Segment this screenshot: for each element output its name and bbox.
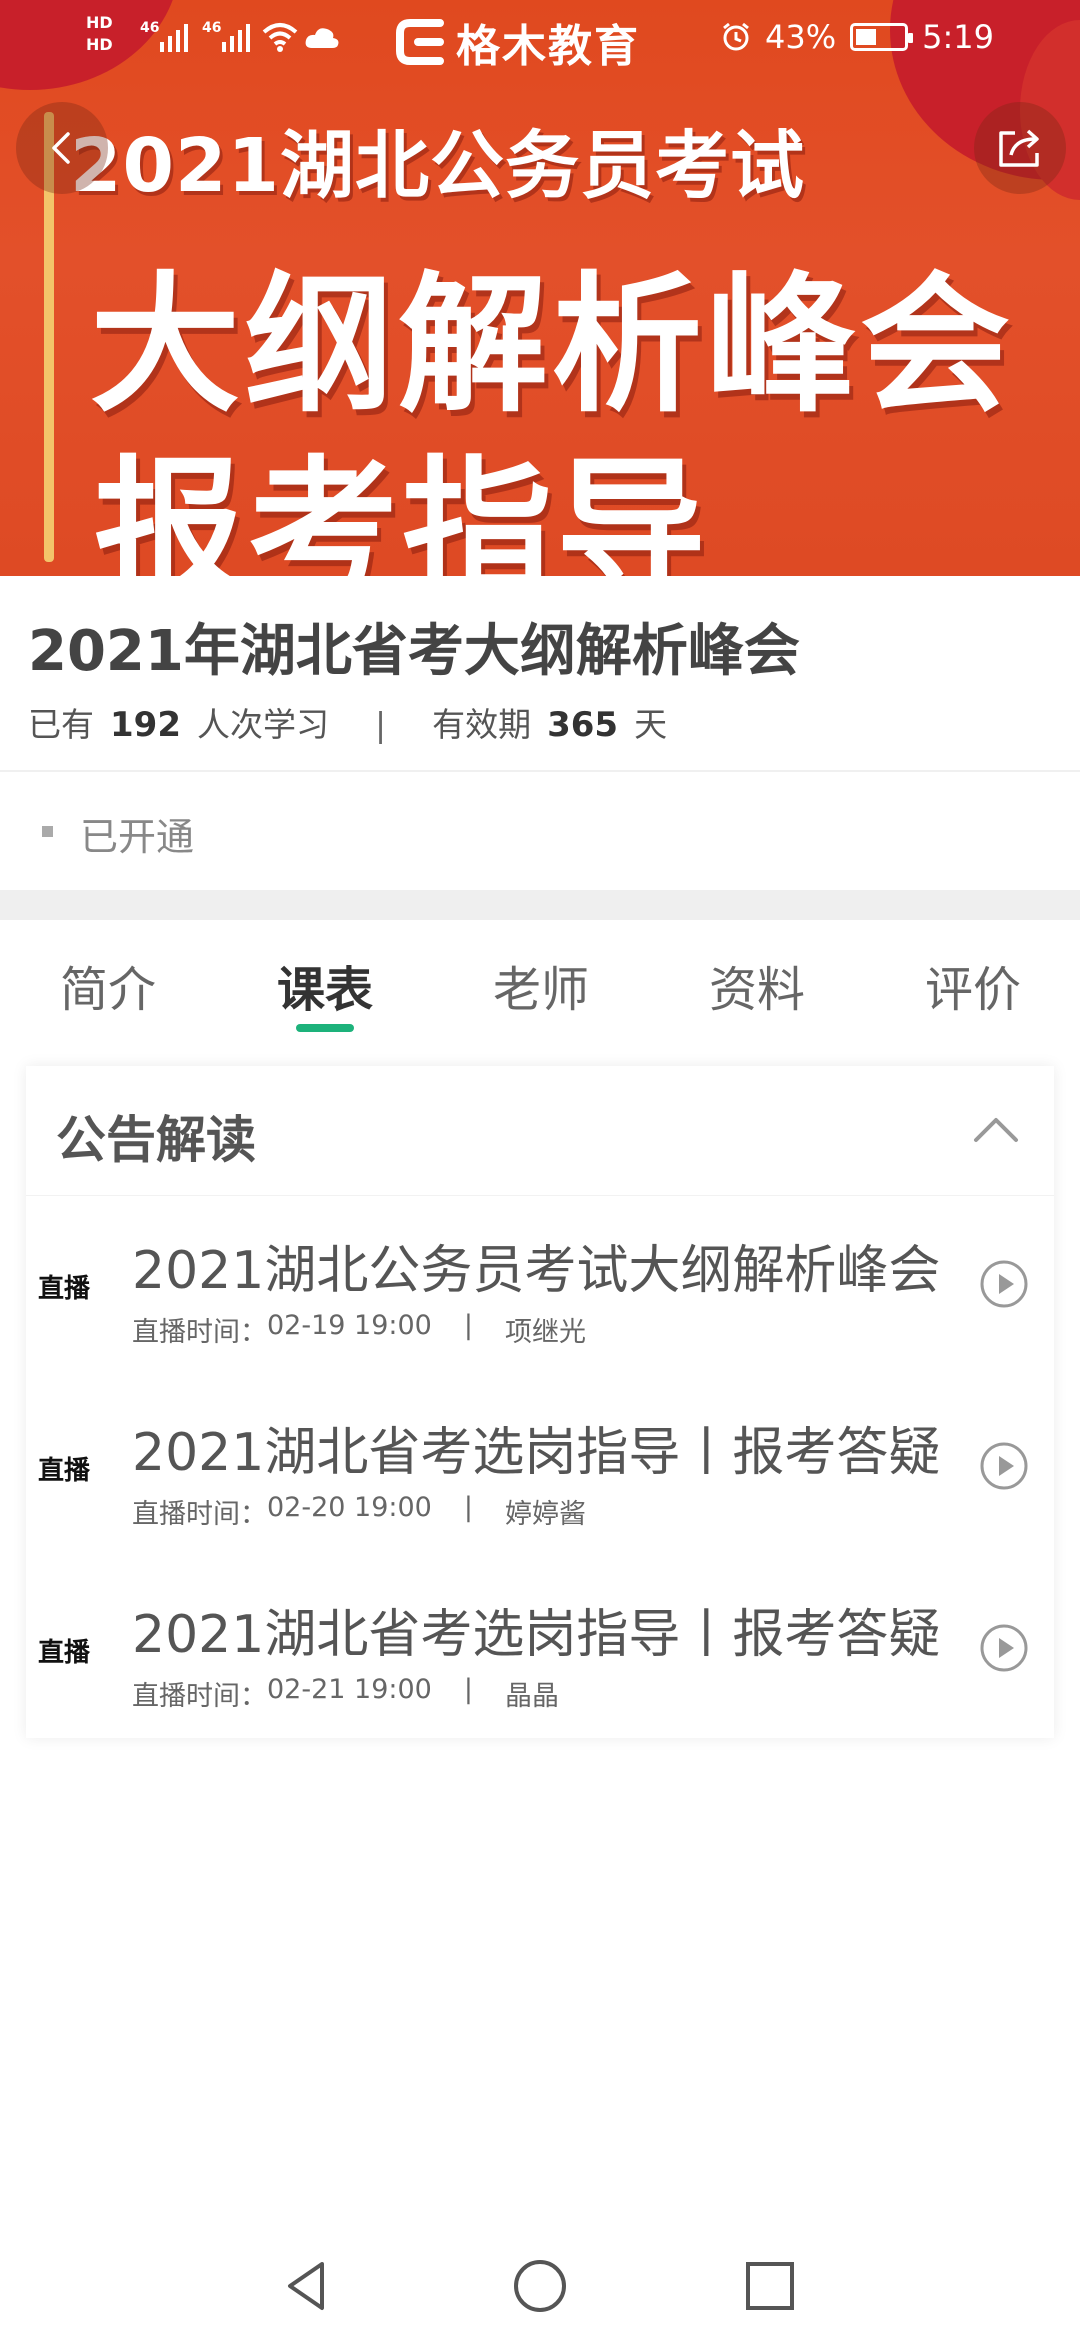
lesson-item[interactable]: 直播 2021湖北省考选岗指导丨报考答疑 直播时间： 02-21 19:00 |… [26, 1570, 1054, 1752]
tab-intro[interactable]: 简介 [60, 950, 156, 1020]
battery-icon [850, 23, 914, 51]
signal-strength-icon [160, 24, 188, 52]
share-button[interactable] [974, 102, 1066, 194]
alarm-icon [723, 22, 749, 51]
brand-logo-icon [396, 19, 444, 65]
tab-teachers[interactable]: 老师 [493, 950, 589, 1020]
learners-count: 192 [110, 705, 181, 745]
lesson-meta: 直播时间： 02-21 19:00 | 晶晶 [132, 1674, 559, 1713]
cloud-icon [305, 28, 339, 48]
back-button[interactable] [16, 102, 108, 194]
learners-suffix: 人次学习 [196, 705, 329, 744]
teacher-name: 晶晶 [504, 1681, 559, 1712]
section-divider [0, 890, 1080, 920]
lesson-title: 2021湖北省考选岗指导丨报考答疑 [132, 1423, 941, 1483]
active-tab-indicator [296, 1024, 354, 1032]
live-time: 02-19 19:00 [267, 1310, 432, 1341]
banner-subtitle: 报考指导 [94, 443, 711, 576]
clock-time: 5:19 [922, 18, 994, 56]
lesson-item[interactable]: 直播 2021湖北省考选岗指导丨报考答疑 直播时间： 02-20 19:00 |… [26, 1388, 1054, 1570]
meta-separator: | [463, 1310, 473, 1341]
network-type-1: 46 [140, 20, 160, 36]
tab-schedule[interactable]: 课表 [277, 950, 373, 1020]
system-navigation-bar [0, 2230, 1080, 2340]
banner-headline: 2021湖北公务员考试 [70, 123, 805, 209]
schedule-card: 公告解读 直播 2021湖北公务员考试大纲解析峰会 直播时间： 02-19 19… [26, 1066, 1054, 1738]
meta-separator: | [374, 705, 387, 744]
live-tag: 直播 [38, 1456, 91, 1486]
enrollment-status: 已开通 [80, 815, 195, 859]
play-icon[interactable] [978, 1440, 1030, 1492]
validity-suffix: 天 [634, 705, 668, 744]
recents-square-icon[interactable] [738, 2254, 802, 2318]
battery-percent: 43% [765, 18, 837, 56]
hd-label-top: HD [86, 13, 113, 32]
course-meta: 已有 192 人次学习 | 有效期 365 天 [28, 698, 667, 746]
course-info-panel: 2021年湖北省考大纲解析峰会 已有 192 人次学习 | 有效期 365 天 [0, 576, 1080, 772]
status-bar: HD HD 46 46 格木教育 43% 5:19 [0, 0, 1080, 80]
live-time: 02-20 19:00 [267, 1492, 432, 1523]
app-brand: 格木教育 [396, 10, 640, 74]
course-title: 2021年湖北省考大纲解析峰会 [28, 619, 800, 684]
meta-separator: | [463, 1674, 473, 1705]
hd-indicator: HD HD [86, 12, 113, 56]
wifi-icon [262, 23, 298, 52]
lesson-meta: 直播时间： 02-20 19:00 | 婷婷酱 [132, 1492, 586, 1531]
live-tag: 直播 [38, 1274, 91, 1304]
lesson-title: 2021湖北公务员考试大纲解析峰会 [132, 1241, 941, 1301]
enrollment-status-row: 已开通 [0, 772, 1080, 890]
lesson-meta: 直播时间： 02-19 19:00 | 项继光 [132, 1310, 586, 1349]
status-right-group: 43% 5:19 [721, 18, 994, 56]
section-title: 公告解读 [56, 1111, 256, 1169]
course-banner: HD HD 46 46 格木教育 43% 5:19 2021湖北公务员考试 大纲… [0, 0, 1080, 576]
course-tabs: 简介 课表 老师 资料 评价 [0, 920, 1080, 1040]
brand-name: 格木教育 [456, 21, 640, 72]
chevron-left-icon [52, 132, 70, 164]
play-icon[interactable] [978, 1258, 1030, 1310]
network-type-2: 46 [202, 20, 222, 36]
home-circle-icon[interactable] [508, 2254, 572, 2318]
validity-days: 365 [547, 705, 619, 745]
lesson-title: 2021湖北省考选岗指导丨报考答疑 [132, 1605, 941, 1665]
hd-label-bottom: HD [86, 35, 113, 54]
lesson-item[interactable]: 直播 2021湖北公务员考试大纲解析峰会 直播时间： 02-19 19:00 |… [26, 1206, 1054, 1388]
play-icon[interactable] [978, 1622, 1030, 1674]
chevron-up-icon[interactable] [968, 1102, 1024, 1158]
live-time: 02-21 19:00 [267, 1674, 432, 1705]
live-tag: 直播 [38, 1638, 91, 1668]
teacher-name: 婷婷酱 [504, 1499, 586, 1530]
live-time-label: 直播时间： [132, 1317, 267, 1348]
share-icon [999, 129, 1039, 167]
tab-materials[interactable]: 资料 [709, 950, 805, 1020]
back-triangle-icon[interactable] [276, 2254, 340, 2318]
signal-strength-icon-2 [222, 24, 250, 52]
live-time-label: 直播时间： [132, 1499, 267, 1530]
meta-separator: | [463, 1492, 473, 1523]
status-bullet-icon [42, 826, 53, 837]
tab-reviews[interactable]: 评价 [925, 950, 1021, 1020]
teacher-name: 项继光 [504, 1317, 586, 1348]
learners-prefix: 已有 [28, 705, 94, 744]
live-time-label: 直播时间： [132, 1681, 267, 1712]
validity-prefix: 有效期 [432, 705, 532, 744]
section-header[interactable]: 公告解读 [26, 1066, 1054, 1196]
